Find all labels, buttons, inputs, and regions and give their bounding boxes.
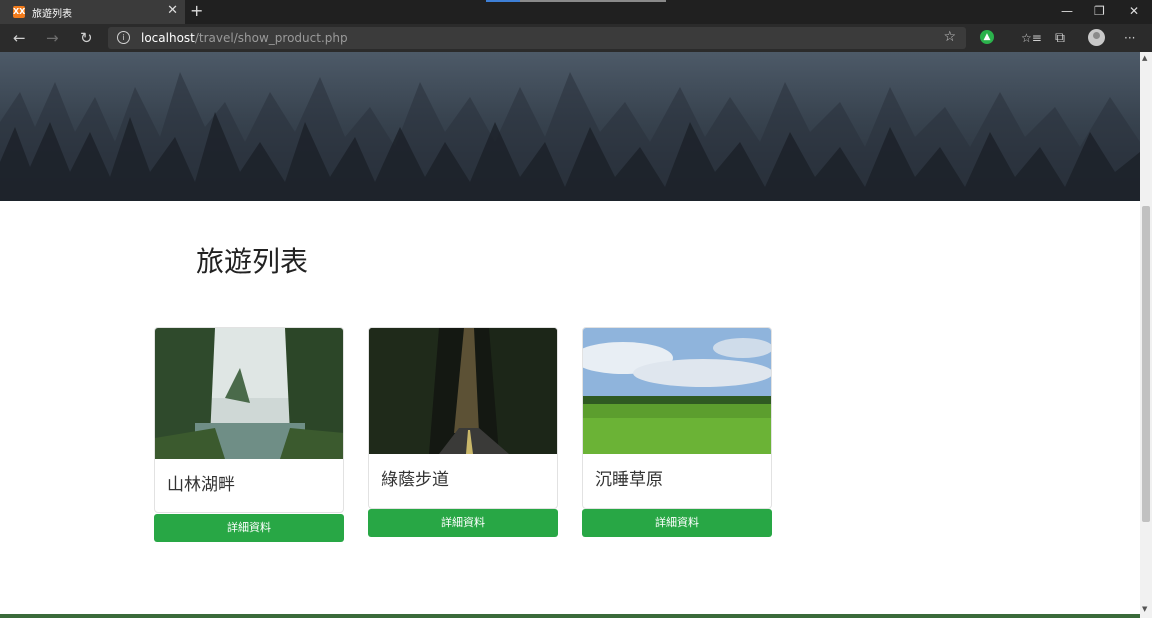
scroll-thumb[interactable] (1142, 206, 1150, 522)
info-icon[interactable]: i (117, 31, 130, 44)
product-image-grassland[interactable] (583, 328, 772, 454)
detail-button[interactable]: 詳細資料 (154, 514, 344, 542)
tab-close-icon[interactable]: ✕ (167, 4, 178, 18)
window-close-button[interactable]: ✕ (1129, 3, 1139, 19)
new-tab-button[interactable]: + (190, 2, 203, 20)
vertical-scrollbar[interactable]: ▲ ▼ (1140, 52, 1152, 618)
detail-button[interactable]: 詳細資料 (582, 509, 772, 537)
back-button[interactable]: ← (13, 29, 26, 47)
address-bar[interactable]: i localhost/travel/show_product.php ☆ (108, 27, 966, 49)
page-title: 旅遊列表 (196, 245, 309, 278)
product-image-trail[interactable] (369, 328, 558, 454)
extension-icon[interactable]: ▲ (980, 30, 994, 44)
page-viewport: 旅遊列表 山林湖畔 詳細資料 綠蔭步道 詳細資料 沉睡草原 詳細資料 (0, 52, 1140, 618)
collections-icon[interactable]: ⧉ (1055, 29, 1065, 47)
product-image-lake[interactable] (155, 328, 344, 459)
star-icon[interactable]: ☆ (943, 29, 956, 45)
favorites-icon[interactable]: ☆≡ (1021, 29, 1042, 47)
product-card: 綠蔭步道 (368, 327, 558, 509)
scroll-up-arrow-icon[interactable]: ▲ (1142, 54, 1147, 62)
detail-button[interactable]: 詳細資料 (368, 509, 558, 537)
url-path: /travel/show_product.php (194, 31, 348, 45)
url-host: localhost (141, 31, 195, 45)
refresh-button[interactable]: ↻ (80, 29, 93, 47)
hero-banner-image (0, 52, 1140, 201)
footer-bar (0, 614, 1140, 618)
url-text[interactable]: localhost/travel/show_product.php (141, 31, 348, 45)
restore-button[interactable]: ❐ (1094, 3, 1105, 19)
tab-title: 旅遊列表 (32, 8, 72, 20)
browser-navbar: ← → ↻ i localhost/travel/show_product.ph… (0, 24, 1152, 52)
drag-indicator (486, 0, 666, 2)
xampp-favicon-icon: XX (13, 6, 26, 18)
browser-titlebar: XX 旅遊列表 ✕ + — ❐ ✕ (0, 0, 1152, 24)
scroll-down-arrow-icon[interactable]: ▼ (1142, 605, 1147, 613)
forward-button[interactable]: → (46, 29, 59, 47)
product-card: 沉睡草原 (582, 327, 772, 509)
product-name: 沉睡草原 (595, 470, 663, 490)
more-icon[interactable]: ··· (1124, 29, 1135, 47)
browser-tab[interactable]: XX 旅遊列表 ✕ (0, 0, 185, 24)
product-name: 山林湖畔 (167, 475, 235, 495)
product-card: 山林湖畔 (154, 327, 344, 513)
avatar[interactable] (1088, 29, 1105, 46)
product-name: 綠蔭步道 (381, 470, 449, 490)
minimize-button[interactable]: — (1061, 3, 1073, 19)
